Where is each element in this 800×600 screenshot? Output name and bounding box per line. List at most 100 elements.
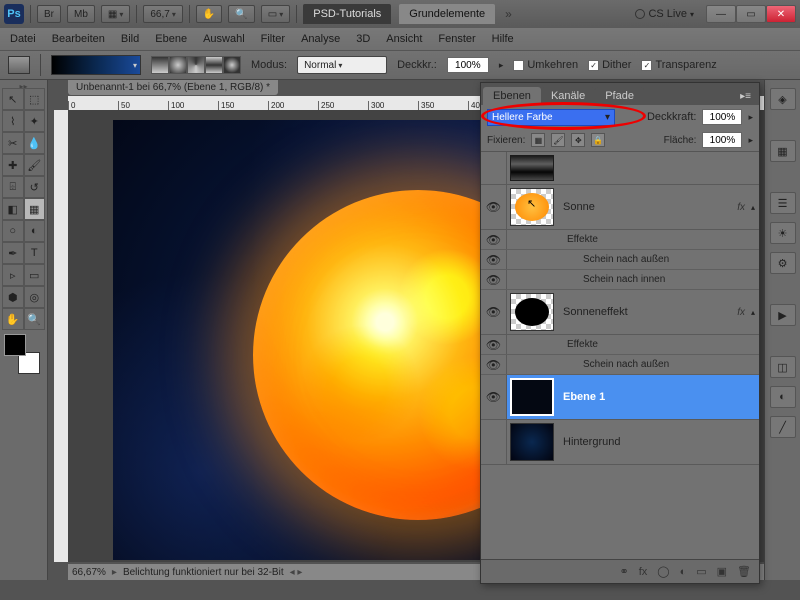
hand-tool-button[interactable]: ✋ [196,5,222,23]
lock-all-button[interactable]: 🔒 [591,133,605,147]
paths-panel-icon[interactable]: ╱ [770,416,796,438]
layer-effects-header[interactable]: 👁Effekte [481,230,759,250]
layer-row-ebene1[interactable]: 👁 Ebene 1 [481,375,759,420]
brush-tool[interactable]: 🖌 [24,154,46,176]
menu-analyse[interactable]: Analyse [301,33,340,45]
gradient-tool[interactable]: ▦ [24,198,46,220]
lock-position-button[interactable]: ✥ [571,133,585,147]
history-brush-tool[interactable]: ↺ [24,176,46,198]
lock-transparency-button[interactable]: ▦ [531,133,545,147]
hand-tool[interactable]: ✋ [2,308,24,330]
layer-effects-header[interactable]: 👁Effekte [481,335,759,355]
type-tool[interactable]: T [24,242,46,264]
lock-paint-button[interactable]: 🖌 [551,133,565,147]
lasso-tool[interactable]: ⌇ [2,110,24,132]
gradient-diamond-button[interactable] [223,56,241,74]
properties-panel-icon[interactable]: ⚙ [770,252,796,274]
navigator-panel-icon[interactable]: ▦ [770,140,796,162]
workspace-tab-psd-tutorials[interactable]: PSD-Tutorials [303,4,391,24]
layer-effect-outer-glow[interactable]: 👁Schein nach außen [481,250,759,270]
healing-tool[interactable]: ✚ [2,154,24,176]
menu-datei[interactable]: Datei [10,33,36,45]
gradient-reflected-button[interactable] [205,56,223,74]
layer-name[interactable]: Ebene 1 [557,391,759,403]
shape-tool[interactable]: ▭ [24,264,46,286]
gradient-picker[interactable]: ▾ [51,55,141,75]
adjustments-panel-icon[interactable]: ☀ [770,222,796,244]
menu-3d[interactable]: 3D [356,33,370,45]
modus-dropdown[interactable]: Normal [297,56,387,74]
visibility-toggle-icon[interactable]: 👁 [486,200,501,214]
link-layers-icon[interactable]: ⚭ [619,565,628,578]
layer-fx-badge[interactable]: fx [737,307,745,318]
close-button[interactable]: ✕ [766,5,796,23]
menu-bearbeiten[interactable]: Bearbeiten [52,33,105,45]
pen-tool[interactable]: ✒ [2,242,24,264]
swatches-panel-icon[interactable]: ◈ [770,88,796,110]
visibility-toggle-icon[interactable]: 👁 [486,305,501,319]
magic-wand-tool[interactable]: ✦ [24,110,46,132]
crop-tool[interactable]: ✂ [2,132,24,154]
layer-name[interactable]: Sonneneffekt [557,306,737,318]
layer-row-sonneneffekt[interactable]: 👁 Sonneneffekt fx▴ [481,290,759,335]
dither-checkbox[interactable]: ✓ [588,60,599,71]
layers-panel-icon[interactable]: ◫ [770,356,796,378]
menu-bild[interactable]: Bild [121,33,139,45]
zoom-tool-button[interactable]: 🔍 [228,5,254,23]
document-tab[interactable]: Unbenannt-1 bei 66,7% (Ebene 1, RGB/8) * [68,80,278,95]
blur-tool[interactable]: ○ [2,220,24,242]
layer-row-sonne[interactable]: 👁 ↖ Sonne fx▴ [481,185,759,230]
menu-ebene[interactable]: Ebene [155,33,187,45]
actions-panel-icon[interactable]: ▶ [770,304,796,326]
transparenz-checkbox[interactable]: ✓ [641,60,652,71]
panel-menu-icon[interactable]: ▸≡ [732,88,759,105]
workspace-tab-grundelemente[interactable]: Grundelemente [399,4,495,24]
gradient-tool-icon[interactable] [8,56,30,74]
layer-row-hintergrund[interactable]: Hintergrund [481,420,759,465]
layer-group-icon[interactable]: ▭ [696,565,706,578]
path-select-tool[interactable]: ▹ [2,264,24,286]
deckkr-input[interactable] [447,57,489,73]
maximize-button[interactable]: ▭ [736,5,766,23]
layer-row[interactable] [481,152,759,185]
umkehren-checkbox[interactable] [513,60,524,71]
foreground-color-swatch[interactable] [4,334,26,356]
menu-fenster[interactable]: Fenster [438,33,475,45]
move-tool[interactable]: ↖ [2,88,24,110]
bridge-button[interactable]: Br [37,5,61,23]
gradient-angle-button[interactable] [187,56,205,74]
3d-tool[interactable]: ⬢ [2,286,24,308]
gradient-linear-button[interactable] [151,56,169,74]
layer-style-icon[interactable]: fx [639,566,648,578]
menu-filter[interactable]: Filter [261,33,285,45]
zoom-tool[interactable]: 🔍 [24,308,46,330]
flaeche-input[interactable] [702,132,742,148]
visibility-toggle-icon[interactable]: 👁 [486,390,501,404]
deckkraft-input[interactable] [702,109,742,125]
layer-effect-inner-glow[interactable]: 👁Schein nach innen [481,270,759,290]
menu-hilfe[interactable]: Hilfe [492,33,514,45]
screen-mode-button[interactable]: ▦ [101,5,130,23]
tab-ebenen[interactable]: Ebenen [483,87,541,105]
channels-panel-icon[interactable]: ◐ [770,386,796,408]
menu-auswahl[interactable]: Auswahl [203,33,245,45]
zoom-dropdown[interactable]: 66,7 [143,5,182,23]
layer-name[interactable]: Hintergrund [557,436,759,448]
delete-layer-icon[interactable]: 🗑 [737,565,751,578]
blend-mode-dropdown[interactable]: Hellere Farbe▾ [487,109,615,126]
cs-live-button[interactable]: CS Live ▾ [635,8,694,20]
minimize-button[interactable]: — [706,5,736,23]
new-layer-icon[interactable]: ▣ [717,565,727,578]
history-panel-icon[interactable]: ☰ [770,192,796,214]
adjustment-layer-icon[interactable]: ◐ [680,566,687,578]
layer-fx-badge[interactable]: fx [737,202,745,213]
marquee-tool[interactable]: ⬚ [24,88,46,110]
gradient-radial-button[interactable] [169,56,187,74]
zoom-status[interactable]: 66,67% [72,567,106,578]
workspace-more-icon[interactable]: » [505,7,512,21]
dodge-tool[interactable]: ◐ [24,220,46,242]
minibridge-button[interactable]: Mb [67,5,95,23]
tab-kanaele[interactable]: Kanäle [541,87,595,105]
3d-camera-tool[interactable]: ◎ [24,286,46,308]
layer-effect-outer-glow[interactable]: 👁Schein nach außen [481,355,759,375]
